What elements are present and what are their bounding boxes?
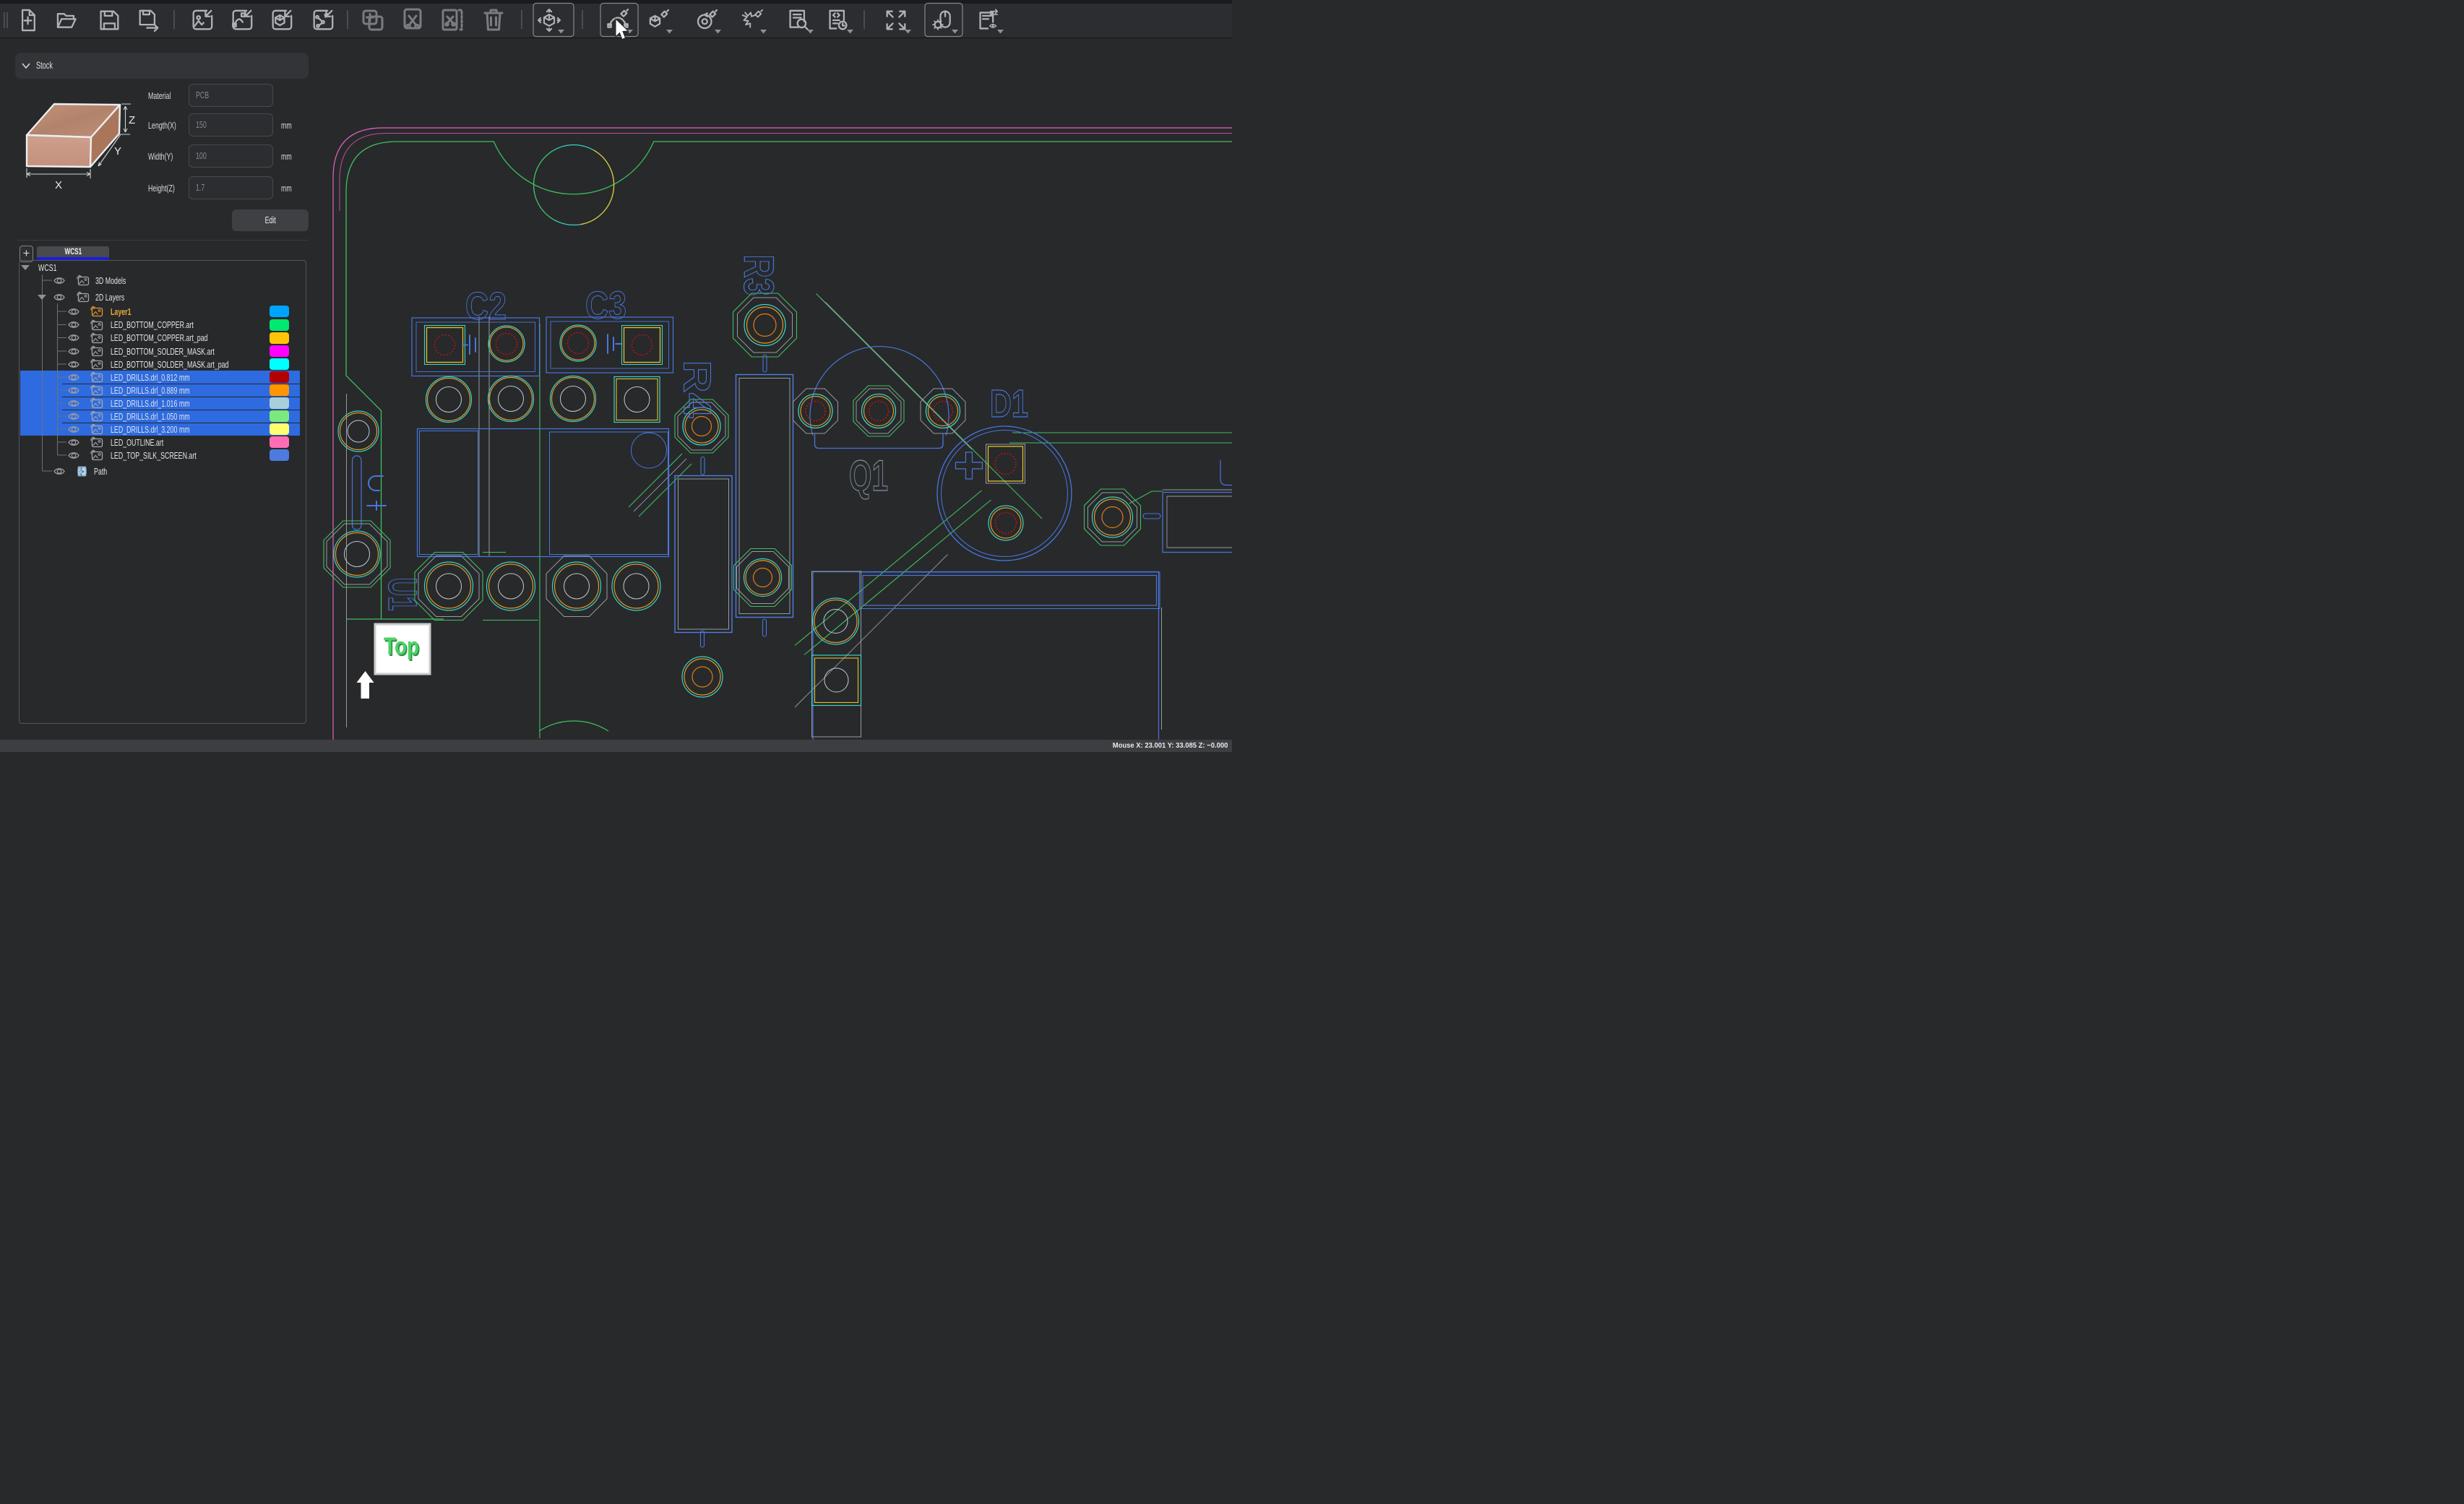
svg-text:C2: C2 [465,285,507,328]
svg-text:R4: R4 [676,360,719,418]
svg-text:U1: U1 [380,578,426,611]
svg-text:Top: Top [384,633,419,660]
svg-text:R3: R3 [735,255,782,296]
svg-text:Q1: Q1 [849,451,888,500]
svg-text:D1: D1 [990,382,1028,425]
svg-text:C3: C3 [585,284,626,327]
